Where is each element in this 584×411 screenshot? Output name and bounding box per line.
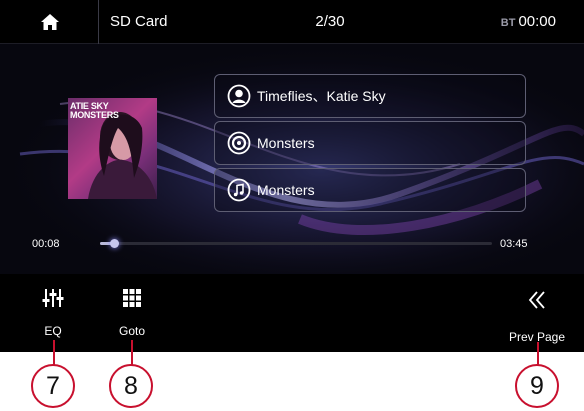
header-bar: SD Card 2/30 BT 00:00 (0, 0, 584, 44)
media-player-screen: SD Card 2/30 BT 00:00 ATIE SKY MONSTERS T… (0, 0, 584, 352)
equalizer-icon (42, 289, 64, 307)
prev-page-button[interactable]: Prev Page (490, 274, 584, 352)
source-label: SD Card (110, 13, 168, 30)
callout-9-line (537, 342, 539, 366)
goto-label: Goto (118, 324, 145, 338)
home-icon (41, 14, 59, 30)
person-icon (227, 84, 251, 108)
track-counter: 2/30 (315, 13, 345, 30)
disc-icon (227, 131, 251, 155)
album-row[interactable]: Monsters (214, 121, 526, 165)
keypad-icon (123, 289, 141, 307)
double-chevron-left-icon (528, 291, 545, 309)
artist-text: Timeflies、Katie Sky (257, 88, 386, 104)
album-text: Monsters (257, 135, 315, 151)
eq-label: EQ (44, 324, 62, 338)
album-art-title: ATIE SKY MONSTERS (70, 101, 119, 120)
callout-8-line (131, 340, 133, 366)
callout-8: 8 (109, 364, 153, 408)
album-art: ATIE SKY MONSTERS (68, 98, 157, 199)
callout-7: 7 (31, 364, 75, 408)
elapsed-time: 00:08 (32, 238, 60, 250)
total-time: 03:45 (500, 238, 528, 250)
title-row[interactable]: Monsters (214, 168, 526, 212)
progress-bar[interactable] (100, 239, 492, 248)
bottom-bar: EQ Goto Prev Page (0, 274, 584, 352)
artist-row[interactable]: Timeflies、Katie Sky (214, 74, 526, 118)
music-note-icon (227, 178, 251, 202)
callout-7-line (53, 340, 55, 366)
callout-9: 9 (515, 364, 559, 408)
title-text: Monsters (257, 182, 315, 198)
home-button[interactable] (24, 9, 76, 35)
bt-label: BT (500, 17, 516, 29)
clock: 00:00 (518, 13, 556, 30)
bt-status: BT 00:00 (501, 13, 556, 30)
header-divider (98, 0, 99, 44)
